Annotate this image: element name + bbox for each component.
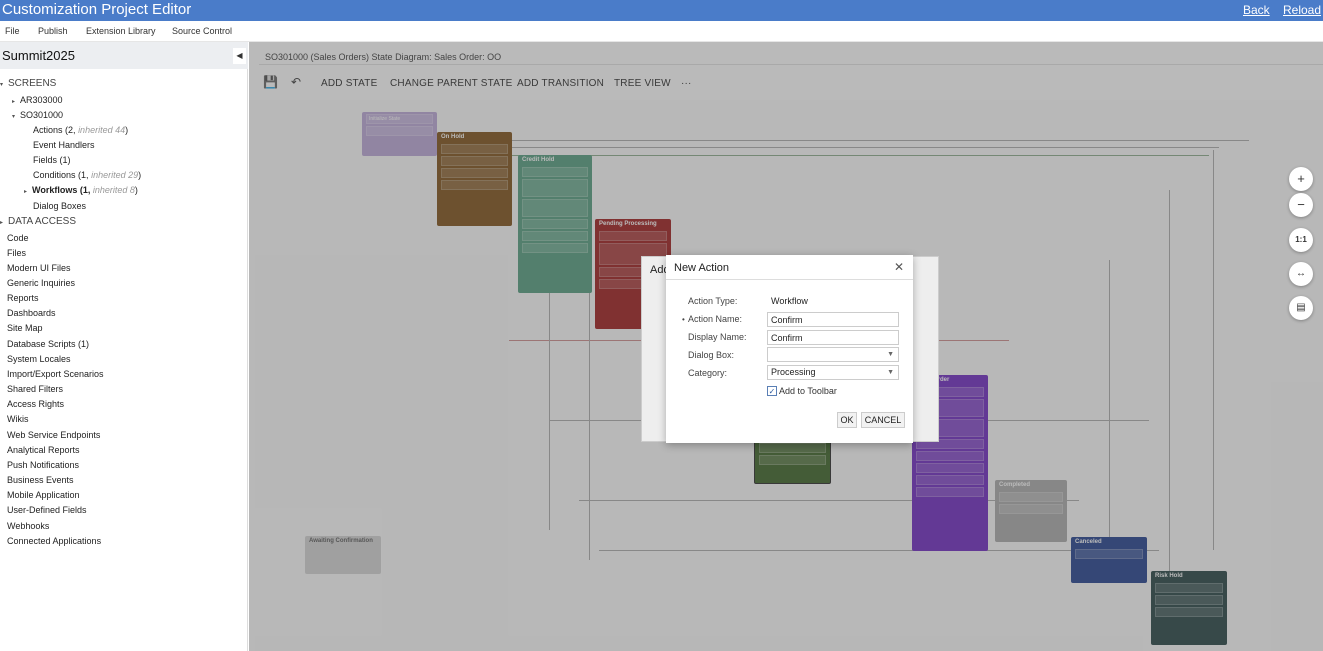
tree-item-fields[interactable]: Fields (1): [33, 153, 71, 167]
tree-item-files[interactable]: Files: [7, 246, 26, 260]
tree-item-actions[interactable]: Actions (2, inherited 44): [33, 123, 128, 137]
display-name-input[interactable]: [767, 330, 899, 345]
category-select[interactable]: Processing ▼: [767, 365, 899, 380]
project-header: Summit2025 ◀: [0, 42, 248, 69]
tree-item-database-scripts[interactable]: Database Scripts (1): [7, 337, 89, 351]
tree-item-code[interactable]: Code: [7, 231, 29, 245]
tree-item-site-map[interactable]: Site Map: [7, 321, 43, 335]
title-bar: Customization Project Editor Back Reload: [0, 0, 1323, 21]
menu-source-control[interactable]: Source Control: [172, 26, 232, 36]
tree-item-push-notifications[interactable]: Push Notifications: [7, 458, 79, 472]
action-type-value: Workflow: [771, 296, 808, 306]
tree-item-webhooks[interactable]: Webhooks: [7, 519, 49, 533]
sidebar: Summit2025 ◀ ▾ SCREENS ▸ AR303000 ▾ SO30100…: [0, 42, 248, 651]
app-title: Customization Project Editor: [2, 1, 192, 18]
add-to-toolbar-checkbox[interactable]: ✓: [767, 386, 777, 396]
tree-item-access-rights[interactable]: Access Rights: [7, 397, 64, 411]
cancel-button[interactable]: CANCEL: [861, 412, 905, 428]
zoom-reset-button[interactable]: 1:1: [1289, 228, 1313, 252]
tree-item-mobile-application[interactable]: Mobile Application: [7, 488, 80, 502]
menu-extension-library[interactable]: Extension Library: [86, 26, 156, 36]
tree-item-conditions[interactable]: Conditions (1, inherited 29): [33, 168, 141, 182]
tree-item-business-events[interactable]: Business Events: [7, 473, 74, 487]
fit-width-icon[interactable]: ↔: [1289, 262, 1313, 286]
caret-down-icon: ▾: [12, 114, 16, 120]
tree-item-connected-applications[interactable]: Connected Applications: [7, 534, 101, 548]
tree-item-user-defined-fields[interactable]: User-Defined Fields: [7, 503, 87, 517]
tree-item-reports[interactable]: Reports: [7, 291, 39, 305]
ok-button[interactable]: OK: [837, 412, 857, 428]
back-link[interactable]: Back: [1243, 3, 1270, 17]
dialog-box-select[interactable]: ▼: [767, 347, 899, 362]
menu-publish[interactable]: Publish: [38, 26, 68, 36]
close-icon[interactable]: ✕: [894, 260, 904, 274]
tree-section-data-access[interactable]: ▸ DATA ACCESS: [0, 215, 76, 229]
chevron-down-icon: ▼: [887, 351, 894, 358]
tree-item-analytical-reports[interactable]: Analytical Reports: [7, 443, 80, 457]
collapse-sidebar-button[interactable]: ◀: [233, 48, 246, 64]
tree-item-shared-filters[interactable]: Shared Filters: [7, 382, 63, 396]
category-label: Category:: [688, 368, 728, 378]
display-name-label: Display Name:: [688, 332, 747, 342]
tree-item-ar303000[interactable]: ▸ AR303000: [12, 93, 63, 107]
tree-item-generic-inquiries[interactable]: Generic Inquiries: [7, 276, 75, 290]
tree-item-modern-ui-files[interactable]: Modern UI Files: [7, 261, 71, 275]
new-action-dialog: New Action ✕ Action Type: Workflow • Act…: [666, 255, 913, 443]
menu-bar: File Publish Extension Library Source Co…: [0, 21, 1323, 42]
tree-item-workflows[interactable]: ▸ Workflows (1, inherited 8): [24, 183, 138, 197]
required-marker: •: [682, 315, 685, 324]
divider: [666, 279, 913, 280]
tree-item-dialog-boxes[interactable]: Dialog Boxes: [33, 199, 86, 213]
tree-item-wikis[interactable]: Wikis: [7, 412, 29, 426]
menu-file[interactable]: File: [5, 26, 20, 36]
caret-right-icon: ▸: [24, 189, 28, 195]
chevron-down-icon: ▼: [887, 369, 894, 376]
tree-section-screens[interactable]: ▾ SCREENS: [0, 77, 56, 91]
project-title: Summit2025: [2, 48, 75, 63]
category-value: Processing: [771, 367, 816, 377]
zoom-out-button[interactable]: −: [1289, 193, 1313, 217]
tree-item-system-locales[interactable]: System Locales: [7, 352, 71, 366]
fit-page-icon[interactable]: ▤: [1289, 296, 1313, 320]
tree-item-event-handlers[interactable]: Event Handlers: [33, 138, 95, 152]
tree-item-web-service-endpoints[interactable]: Web Service Endpoints: [7, 428, 100, 442]
caret-down-icon: ▾: [0, 82, 4, 88]
zoom-in-button[interactable]: +: [1289, 167, 1313, 191]
reload-link[interactable]: Reload: [1283, 3, 1321, 17]
tree-item-import-export-scenarios[interactable]: Import/Export Scenarios: [7, 367, 104, 381]
add-to-toolbar-label: Add to Toolbar: [779, 386, 837, 396]
tree-item-dashboards[interactable]: Dashboards: [7, 306, 56, 320]
action-type-label: Action Type:: [688, 296, 738, 306]
tree-item-so301000[interactable]: ▾ SO301000: [12, 108, 63, 122]
dialog-box-label: Dialog Box:: [688, 350, 735, 360]
dialog-title: New Action: [674, 262, 730, 274]
caret-right-icon: ▸: [12, 99, 16, 105]
action-name-input[interactable]: [767, 312, 899, 327]
caret-right-icon: ▸: [0, 220, 4, 226]
action-name-label: Action Name:: [688, 314, 743, 324]
